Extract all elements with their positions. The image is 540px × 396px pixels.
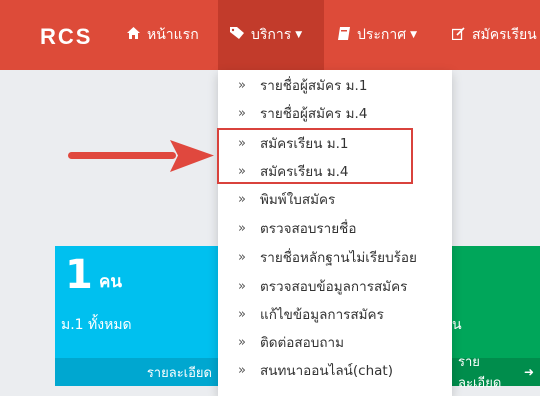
book-icon bbox=[338, 26, 350, 44]
caret-down-icon: ▼ bbox=[410, 30, 418, 40]
menu-item-label: รายชื่อผู้สมัคร ม.1 bbox=[260, 78, 368, 94]
edit-icon bbox=[451, 26, 465, 44]
menu-item-contact[interactable]: » ติดต่อสอบถาม bbox=[218, 329, 452, 355]
services-dropdown-menu: » รายชื่อผู้สมัคร ม.1 » รายชื่อผู้สมัคร … bbox=[218, 70, 452, 396]
menu-item-label: ตรวจสอบข้อมูลการสมัคร bbox=[260, 279, 408, 295]
double-chevron-icon: » bbox=[238, 77, 246, 93]
m1-count: 1 bbox=[65, 252, 93, 298]
nav-services[interactable]: บริการ ▼ bbox=[218, 0, 324, 70]
double-chevron-icon: » bbox=[238, 191, 246, 207]
double-chevron-icon: » bbox=[238, 220, 246, 236]
m1-details-label: รายละเอียด bbox=[146, 365, 212, 381]
highlight-annotation-box bbox=[217, 128, 413, 184]
menu-item-label: รายชื่อหลักฐานไม่เรียบร้อย bbox=[260, 250, 417, 266]
pointer-arrow-icon bbox=[68, 140, 214, 172]
nav-register[interactable]: สมัครเรียน bbox=[440, 0, 540, 70]
menu-item-label: ติดต่อสอบถาม bbox=[260, 335, 344, 351]
menu-item-label: รายชื่อผู้สมัคร ม.4 bbox=[260, 106, 368, 122]
nav-register-label: สมัครเรียน bbox=[472, 27, 537, 43]
menu-item-applicants-m4[interactable]: » รายชื่อผู้สมัคร ม.4 bbox=[218, 100, 452, 126]
caret-down-icon: ▼ bbox=[295, 30, 303, 40]
menu-item-online-chat[interactable]: » สนทนาออนไลน์(chat) bbox=[218, 357, 452, 383]
tag-icon bbox=[230, 27, 244, 43]
menu-item-label: พิมพ์ใบสมัคร bbox=[260, 192, 336, 208]
m4-details-link[interactable]: รายละเอียด ➜ bbox=[452, 355, 540, 391]
menu-item-incomplete-documents[interactable]: » รายชื่อหลักฐานไม่เรียบร้อย bbox=[218, 244, 452, 270]
double-chevron-icon: » bbox=[238, 306, 246, 322]
m4-label: น bbox=[452, 317, 462, 333]
menu-item-check-names[interactable]: » ตรวจสอบรายชื่อ bbox=[218, 215, 452, 241]
nav-home-label: หน้าแรก bbox=[147, 27, 199, 43]
home-icon bbox=[127, 27, 140, 43]
double-chevron-icon: » bbox=[238, 249, 246, 265]
m1-unit: คน bbox=[99, 272, 122, 292]
m1-details-link[interactable]: รายละเอียด bbox=[55, 358, 218, 386]
double-chevron-icon: » bbox=[238, 334, 246, 350]
brand-logo[interactable]: RCS bbox=[40, 24, 92, 50]
menu-item-print-form[interactable]: » พิมพ์ใบสมัคร bbox=[218, 186, 452, 212]
nav-home[interactable]: หน้าแรก bbox=[115, 0, 217, 70]
m4-total-box: น รายละเอียด ➜ bbox=[452, 246, 540, 391]
arrow-circle-right-icon: ➜ bbox=[523, 365, 534, 379]
m4-details-label: รายละเอียด bbox=[458, 355, 502, 391]
menu-item-edit-application[interactable]: » แก้ไขข้อมูลการสมัคร bbox=[218, 301, 452, 327]
double-chevron-icon: » bbox=[238, 362, 246, 378]
nav-announcements-label: ประกาศ bbox=[357, 27, 407, 43]
menu-item-label: แก้ไขข้อมูลการสมัคร bbox=[260, 307, 384, 323]
nav-announcements[interactable]: ประกาศ ▼ bbox=[326, 0, 434, 70]
menu-item-label: สนทนาออนไลน์(chat) bbox=[260, 363, 393, 379]
menu-item-label: ตรวจสอบรายชื่อ bbox=[260, 221, 357, 237]
m1-label: ม.1 ทั้งหมด bbox=[61, 317, 132, 333]
double-chevron-icon: » bbox=[238, 278, 246, 294]
menu-item-applicants-m1[interactable]: » รายชื่อผู้สมัคร ม.1 bbox=[218, 72, 452, 98]
nav-services-label: บริการ bbox=[251, 27, 292, 43]
top-navbar: RCS หน้าแรก บริการ ▼ ประกาศ ▼ สมัครเรียน bbox=[0, 0, 540, 70]
menu-item-check-application[interactable]: » ตรวจสอบข้อมูลการสมัคร bbox=[218, 273, 452, 299]
double-chevron-icon: » bbox=[238, 105, 246, 121]
m1-total-box: 1 คน ม.1 ทั้งหมด รายละเอียด bbox=[55, 246, 218, 386]
